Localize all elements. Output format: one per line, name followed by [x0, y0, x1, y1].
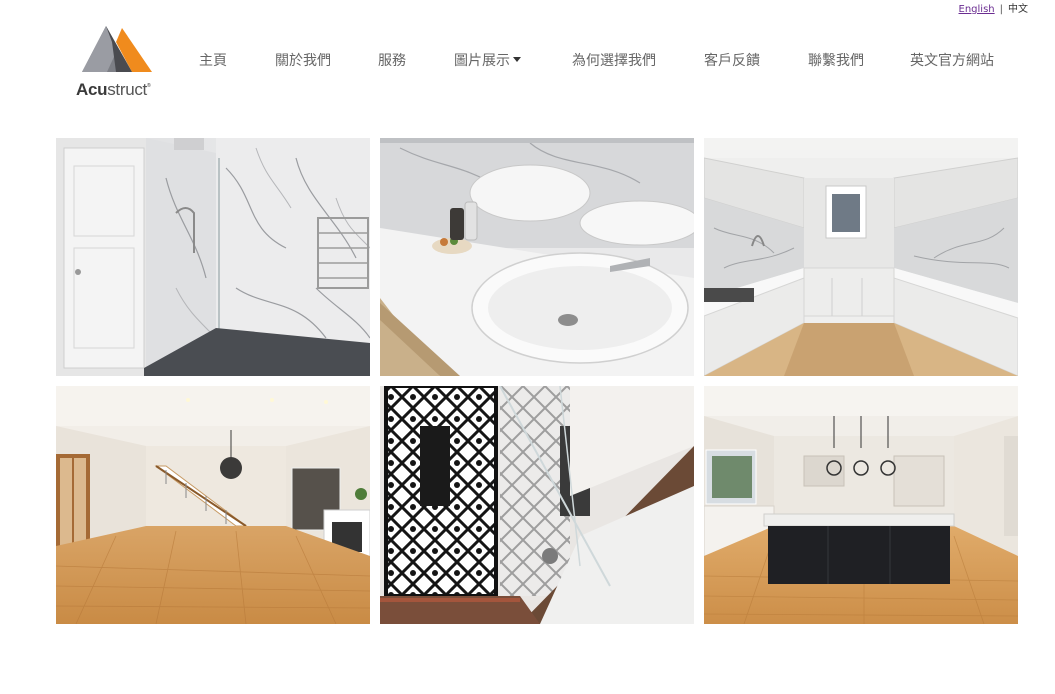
main-navigation: 主頁 關於我們 服務 圖片展示 為何選擇我們 客戶反饋 聯繫我們 英文官方網站 — [0, 50, 1055, 70]
nav-item-testimonials[interactable]: 客戶反饋 — [704, 50, 760, 70]
gallery-photo-living-staircase[interactable] — [56, 386, 370, 624]
gallery-photo-kitchen-cabinets[interactable] — [704, 138, 1018, 376]
language-english-link[interactable]: English — [959, 4, 995, 15]
language-switcher: English | 中文 — [959, 0, 1028, 15]
language-chinese-link[interactable]: 中文 — [1008, 4, 1028, 15]
photo-gallery — [56, 138, 1018, 624]
nav-item-english-site[interactable]: 英文官方網站 — [910, 50, 994, 70]
screen-staircase-image — [380, 386, 694, 624]
gallery-photo-bathroom-shower[interactable] — [56, 138, 370, 376]
caret-down-icon — [513, 56, 521, 62]
nav-item-why-us[interactable]: 為何選擇我們 — [572, 50, 656, 70]
nav-item-services[interactable]: 服務 — [378, 50, 406, 70]
kitchen-cabinets-image — [704, 138, 1018, 376]
language-separator: | — [999, 4, 1003, 15]
nav-item-gallery[interactable]: 圖片展示 — [454, 50, 521, 70]
nav-item-about[interactable]: 關於我們 — [275, 50, 331, 70]
living-staircase-image — [56, 386, 370, 624]
gallery-photo-screen-staircase[interactable] — [380, 386, 694, 624]
bathroom-basin-image — [380, 138, 694, 376]
nav-item-gallery-label: 圖片展示 — [454, 53, 510, 69]
nav-item-home[interactable]: 主頁 — [199, 50, 227, 70]
nav-item-contact[interactable]: 聯繫我們 — [808, 50, 864, 70]
bathroom-shower-image — [56, 138, 370, 376]
gallery-photo-bathroom-basin[interactable] — [380, 138, 694, 376]
gallery-photo-kitchen-island[interactable] — [704, 386, 1018, 624]
kitchen-island-image — [704, 386, 1018, 624]
logo-wordmark: Acustruct® — [76, 80, 151, 99]
